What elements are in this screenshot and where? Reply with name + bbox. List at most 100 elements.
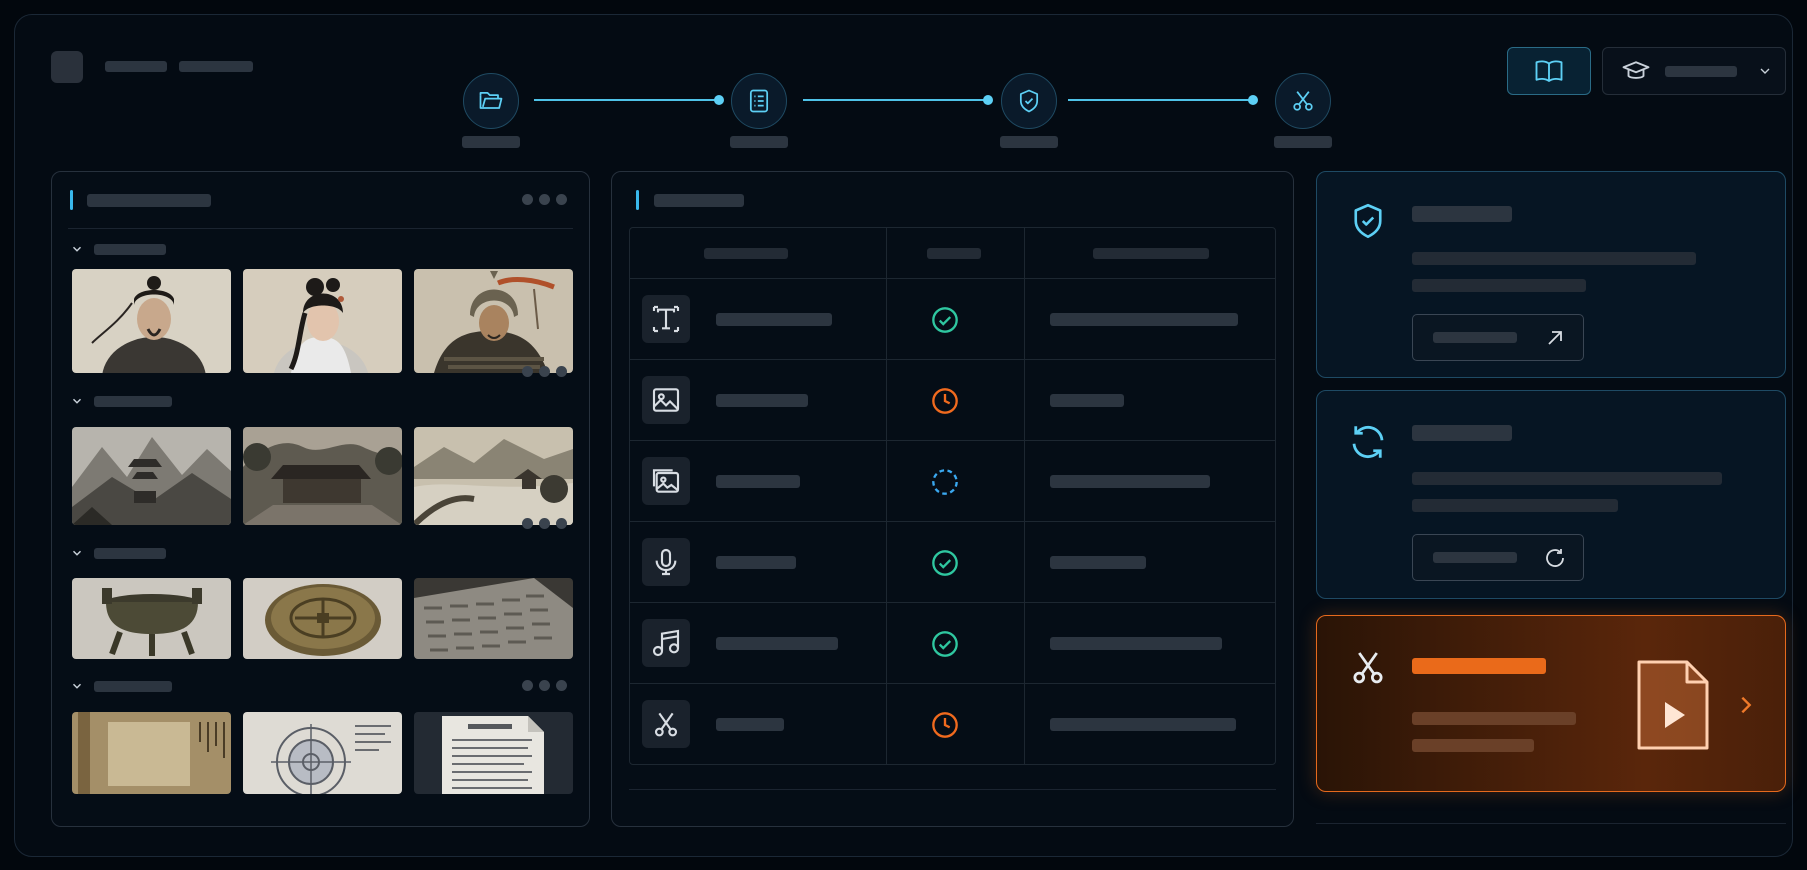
step-connector <box>1068 95 1258 105</box>
type-audio-icon-box <box>642 538 690 586</box>
type-image-icon-box <box>642 376 690 424</box>
thumbnail-lady-portrait[interactable] <box>243 269 402 373</box>
review-card-title <box>1412 206 1512 222</box>
edit-card-desc-2 <box>1412 739 1534 752</box>
sync-button-label <box>1433 552 1517 563</box>
check-circle-icon <box>932 307 958 333</box>
group-menu-button[interactable] <box>522 366 567 377</box>
step-review-label <box>1000 136 1058 148</box>
review-card-desc <box>1412 252 1696 265</box>
microphone-icon <box>655 548 677 576</box>
thumbnail-scholar-portrait[interactable] <box>72 269 231 373</box>
asset-group-header[interactable] <box>70 546 166 560</box>
thumbnail-courtyard-pavilion[interactable] <box>243 427 402 525</box>
task-name <box>716 313 832 326</box>
asset-group-label <box>94 395 172 407</box>
profile-dropdown[interactable] <box>1602 47 1786 95</box>
task-detail <box>1050 394 1124 407</box>
step-import[interactable] <box>463 73 519 129</box>
sync-button[interactable] <box>1412 534 1584 581</box>
task-detail <box>1050 556 1146 569</box>
thumbnail-circular-diagram[interactable] <box>243 712 402 794</box>
type-images-icon-box <box>642 457 690 505</box>
scissors-icon <box>1353 652 1383 684</box>
divider <box>68 228 573 229</box>
panel-accent <box>636 190 639 210</box>
review-open-button[interactable] <box>1412 314 1584 361</box>
tasks-panel <box>611 171 1294 827</box>
sync-card-desc-2 <box>1412 499 1618 512</box>
panel-accent <box>70 190 73 210</box>
thumbnail-engraved-tablet[interactable] <box>414 578 573 659</box>
table-row[interactable] <box>630 521 1275 602</box>
task-table <box>629 227 1276 765</box>
arrow-up-right-icon <box>1548 330 1562 345</box>
library-button[interactable] <box>1507 47 1591 95</box>
scissors-icon <box>1293 91 1313 111</box>
thumbnail-mountain-temple[interactable] <box>72 427 231 525</box>
chevron-right-icon[interactable] <box>1735 690 1757 720</box>
music-icon <box>652 629 680 657</box>
column-header[interactable] <box>1093 248 1209 259</box>
check-circle-icon <box>932 631 958 657</box>
thumbnail-river-village[interactable] <box>414 427 573 525</box>
asset-group-label <box>94 680 172 692</box>
nav-link[interactable] <box>179 61 253 72</box>
table-row[interactable] <box>630 602 1275 683</box>
book-open-icon <box>1535 60 1563 82</box>
refresh-icon <box>1352 425 1384 459</box>
sync-card[interactable] <box>1316 390 1786 599</box>
asset-group-header[interactable] <box>70 394 172 408</box>
assets-panel <box>51 171 590 827</box>
type-music-icon-box <box>642 619 690 667</box>
clock-icon <box>932 388 958 414</box>
group-menu-button[interactable] <box>522 518 567 529</box>
review-button-label <box>1433 332 1517 343</box>
refresh-icon <box>1546 548 1564 567</box>
step-review[interactable] <box>1001 73 1057 129</box>
table-row[interactable] <box>630 440 1275 521</box>
thumbnail-warrior-portrait[interactable] <box>414 269 573 373</box>
thumbnail-text-document[interactable] <box>414 712 573 794</box>
image-icon <box>652 388 680 412</box>
group-menu-button[interactable] <box>522 680 567 691</box>
thumbnail-old-manuscript[interactable] <box>72 712 231 794</box>
chevron-down-icon <box>1760 68 1770 74</box>
sync-card-desc <box>1412 472 1722 485</box>
task-name <box>716 637 838 650</box>
table-row[interactable] <box>630 359 1275 440</box>
chevron-down-icon <box>72 683 82 689</box>
table-row[interactable] <box>630 278 1275 359</box>
app-window <box>14 14 1793 857</box>
graduation-cap-icon <box>1622 61 1650 79</box>
sync-card-title <box>1412 425 1512 441</box>
video-file-icon <box>1637 660 1709 750</box>
step-connector <box>803 95 993 105</box>
scissors-icon <box>654 712 678 737</box>
thumbnail-bronze-cauldron[interactable] <box>72 578 231 659</box>
checklist-icon <box>749 89 769 113</box>
column-header[interactable] <box>704 248 788 259</box>
asset-group-label <box>94 243 166 255</box>
asset-group-header[interactable] <box>70 242 166 256</box>
table-row[interactable] <box>630 683 1275 764</box>
panel-menu-button[interactable] <box>522 194 567 205</box>
column-header[interactable] <box>927 248 981 259</box>
edit-card-title <box>1412 658 1546 674</box>
asset-group-label <box>94 547 166 559</box>
chevron-down-icon <box>72 398 82 404</box>
asset-group-header[interactable] <box>70 679 172 693</box>
step-script[interactable] <box>731 73 787 129</box>
review-card[interactable] <box>1316 171 1786 378</box>
app-logo <box>51 51 83 83</box>
thumbnail-bronze-coin[interactable] <box>243 578 402 659</box>
task-name <box>716 718 784 731</box>
tasks-panel-title <box>654 194 744 207</box>
task-detail <box>1050 718 1236 731</box>
edit-card[interactable] <box>1316 615 1786 792</box>
step-edit[interactable] <box>1275 73 1331 129</box>
task-detail <box>1050 313 1238 326</box>
shield-check-icon <box>1019 89 1039 113</box>
type-edit-icon-box <box>642 700 690 748</box>
folder-open-icon <box>479 91 503 109</box>
